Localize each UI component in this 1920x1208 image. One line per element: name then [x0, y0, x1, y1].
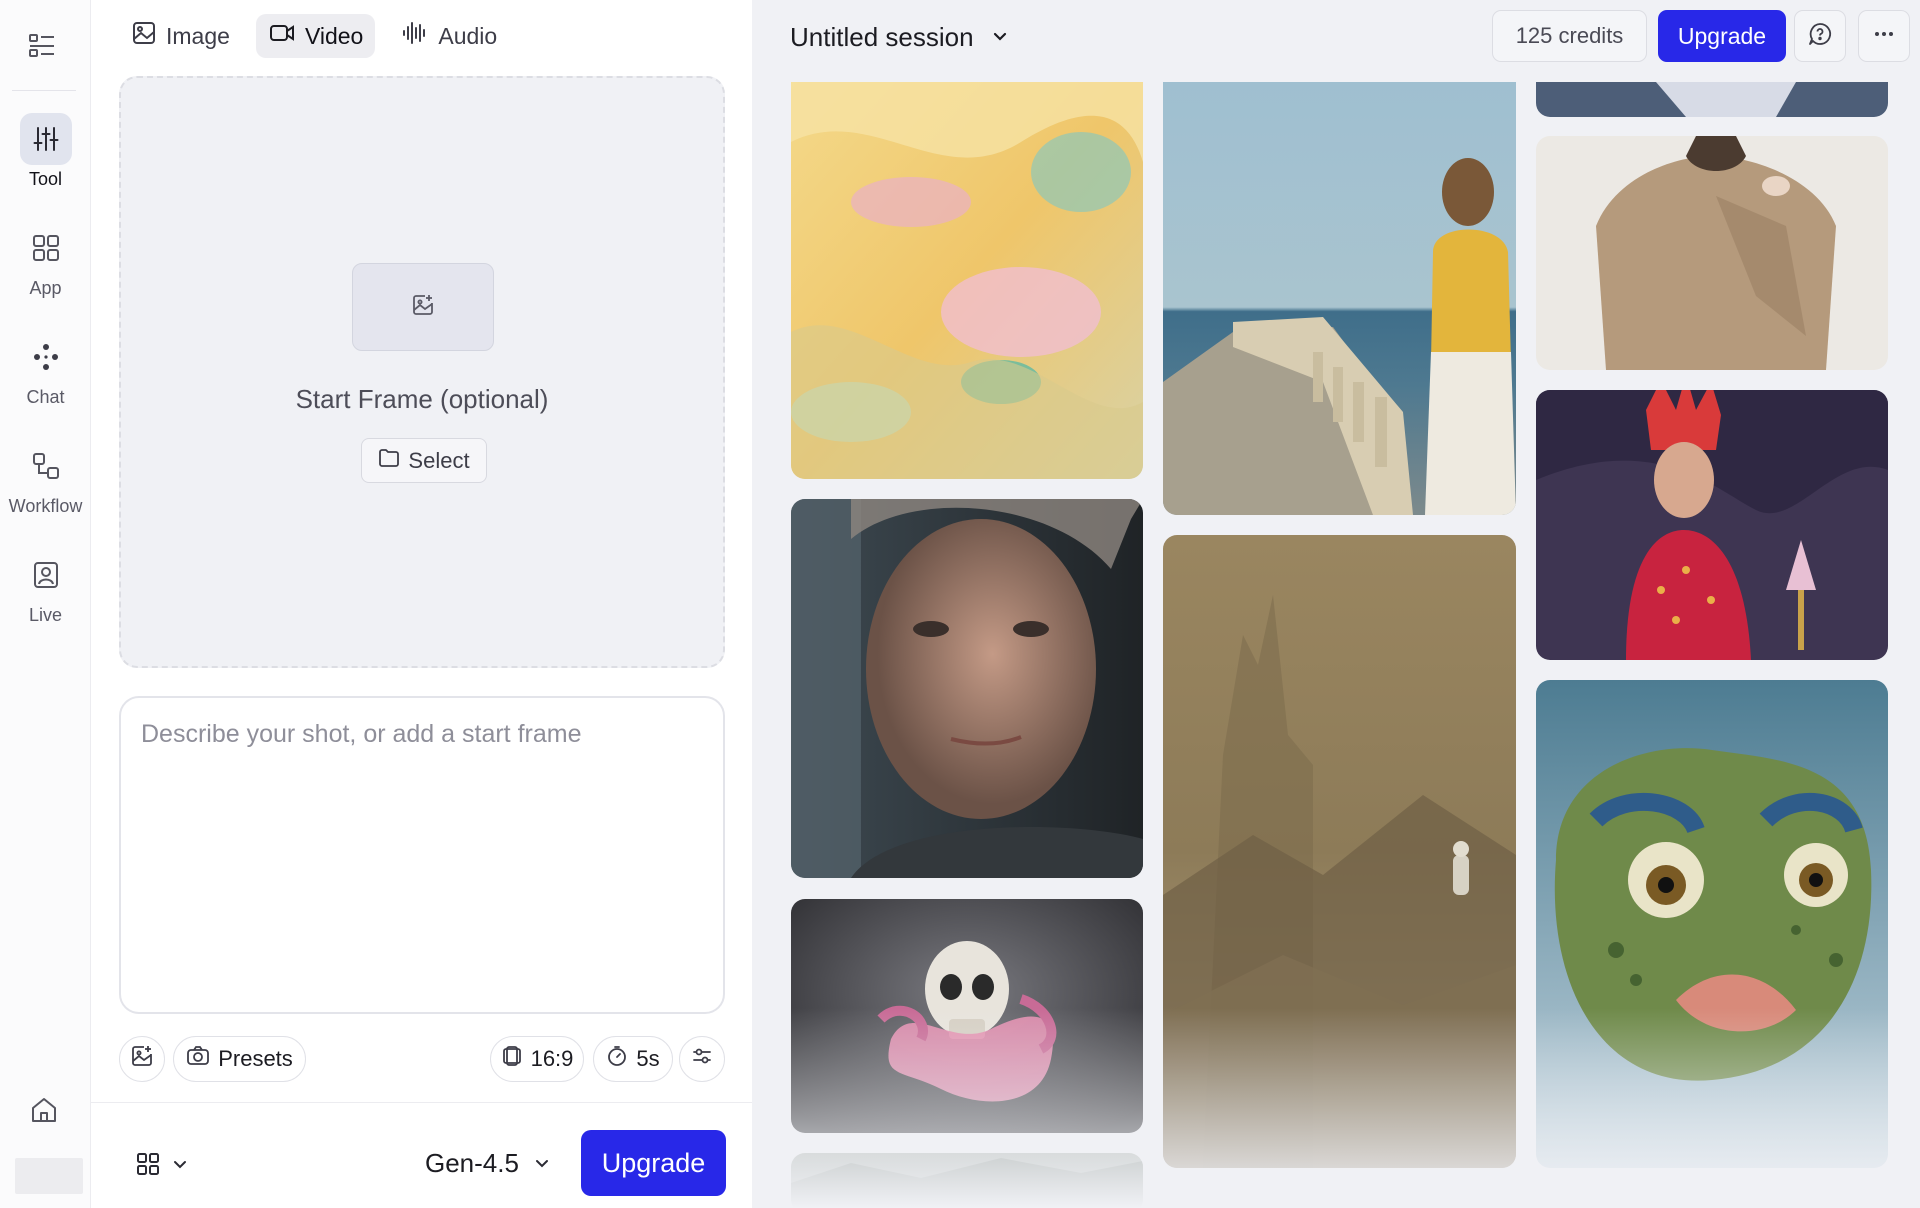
- start-frame-label: Start Frame (optional): [295, 384, 549, 414]
- image-icon: [131, 20, 157, 52]
- gallery-tile-foggy-canyon[interactable]: [1163, 535, 1516, 1168]
- layout-toggle[interactable]: [135, 1148, 189, 1184]
- waveform-icon: [401, 20, 429, 52]
- rail-label: Live: [28, 605, 63, 625]
- gallery-tile-knit-sweater[interactable]: [1536, 136, 1888, 370]
- panel-divider: [91, 1102, 752, 1103]
- rail-label: Tool: [28, 169, 63, 189]
- sliders-icon: [19, 113, 72, 165]
- start-frame-dropzone[interactable]: Start Frame (optional) Select: [119, 76, 725, 668]
- duration-button[interactable]: 5s: [593, 1036, 673, 1082]
- select-label: Select: [408, 447, 470, 473]
- add-image-icon: [130, 1044, 154, 1074]
- gallery-tile-top-partial[interactable]: [1536, 82, 1888, 117]
- generation-panel: Image Video Audio Start Frame (optional)…: [91, 0, 752, 1208]
- rail-label: App: [29, 278, 62, 298]
- tab-audio[interactable]: Audio: [389, 14, 509, 58]
- aspect-ratio-label: 16:9: [530, 1046, 574, 1071]
- gallery-tile-bottom-partial[interactable]: [791, 1153, 1143, 1208]
- tab-image[interactable]: Image: [119, 14, 242, 58]
- home-icon[interactable]: [22, 1090, 66, 1130]
- grid-icon: [135, 1151, 161, 1182]
- aspect-ratio-button[interactable]: 16:9: [490, 1036, 584, 1082]
- session-selector[interactable]: Untitled session: [790, 16, 1010, 58]
- gallery-tile-seaside-balustrade[interactable]: [1163, 82, 1516, 515]
- credits-badge[interactable]: 125 credits: [1492, 10, 1647, 62]
- presets-button[interactable]: Presets: [173, 1036, 306, 1082]
- camera-preset-icon: [186, 1045, 210, 1073]
- sidebar-toggle-icon[interactable]: [22, 26, 62, 66]
- gallery-tile-sequin-queen[interactable]: [1536, 390, 1888, 660]
- start-frame-thumbnail[interactable]: [352, 263, 494, 351]
- tab-label: Audio: [438, 22, 498, 49]
- rail-footer-placeholder: [15, 1158, 83, 1194]
- grid-icon: [20, 222, 72, 274]
- chevron-down-icon: [533, 1148, 551, 1179]
- gallery-tile-elderly-woman[interactable]: [791, 499, 1143, 878]
- rail-item-tool[interactable]: Tool: [0, 113, 91, 205]
- header-upgrade-button[interactable]: Upgrade: [1658, 10, 1786, 62]
- rail-item-chat[interactable]: Chat: [0, 331, 91, 423]
- more-options-button[interactable]: [1858, 10, 1910, 62]
- portrait-icon: [20, 549, 72, 601]
- select-frame-button[interactable]: Select: [361, 438, 487, 483]
- presets-label: Presets: [218, 1046, 293, 1071]
- feedback-button[interactable]: [1794, 10, 1846, 62]
- more-horizontal-icon: [1872, 22, 1896, 51]
- nodes-icon: [20, 440, 72, 492]
- add-image-icon: [411, 293, 435, 322]
- aspect-ratio-icon: [501, 1045, 523, 1073]
- chat-bubble-icon: [1807, 21, 1833, 52]
- workspace: Untitled session 125 credits Upgrade: [752, 0, 1920, 1208]
- gallery: [752, 82, 1920, 1208]
- chevron-down-icon: [171, 1155, 189, 1178]
- folder-icon: [378, 448, 400, 474]
- gallery-tile-frog-face[interactable]: [1536, 680, 1888, 1168]
- rail-item-workflow[interactable]: Workflow: [0, 440, 91, 532]
- model-select[interactable]: Gen-4.5: [425, 1141, 551, 1185]
- chevron-down-icon: [990, 22, 1010, 53]
- rail-item-live[interactable]: Live: [0, 549, 91, 641]
- dots-icon: [20, 331, 72, 383]
- mode-tabs: Image Video Audio: [119, 14, 509, 58]
- duration-label: 5s: [636, 1046, 660, 1071]
- rail-item-app[interactable]: App: [0, 222, 91, 314]
- prompt-input[interactable]: [121, 698, 723, 1012]
- model-label: Gen-4.5: [425, 1147, 519, 1178]
- tab-video[interactable]: Video: [255, 14, 376, 58]
- upgrade-button[interactable]: Upgrade: [581, 1130, 726, 1196]
- gallery-tile-skull-brain[interactable]: [791, 899, 1143, 1133]
- rail-label: Workflow: [8, 496, 83, 516]
- video-icon: [268, 20, 296, 52]
- tab-label: Video: [304, 22, 364, 49]
- settings-button[interactable]: [679, 1036, 725, 1082]
- add-image-button[interactable]: [119, 1036, 165, 1082]
- rail-divider: [12, 90, 76, 91]
- timer-icon: [606, 1045, 628, 1073]
- gallery-tile-pastel-fabric[interactable]: [791, 82, 1143, 479]
- prompt-box: [119, 696, 725, 1014]
- tab-label: Image: [166, 22, 230, 49]
- left-rail: Tool App Chat Workflow Live: [0, 0, 91, 1208]
- rail-label: Chat: [26, 387, 65, 407]
- adjustments-icon: [691, 1045, 713, 1073]
- session-title: Untitled session: [790, 21, 974, 52]
